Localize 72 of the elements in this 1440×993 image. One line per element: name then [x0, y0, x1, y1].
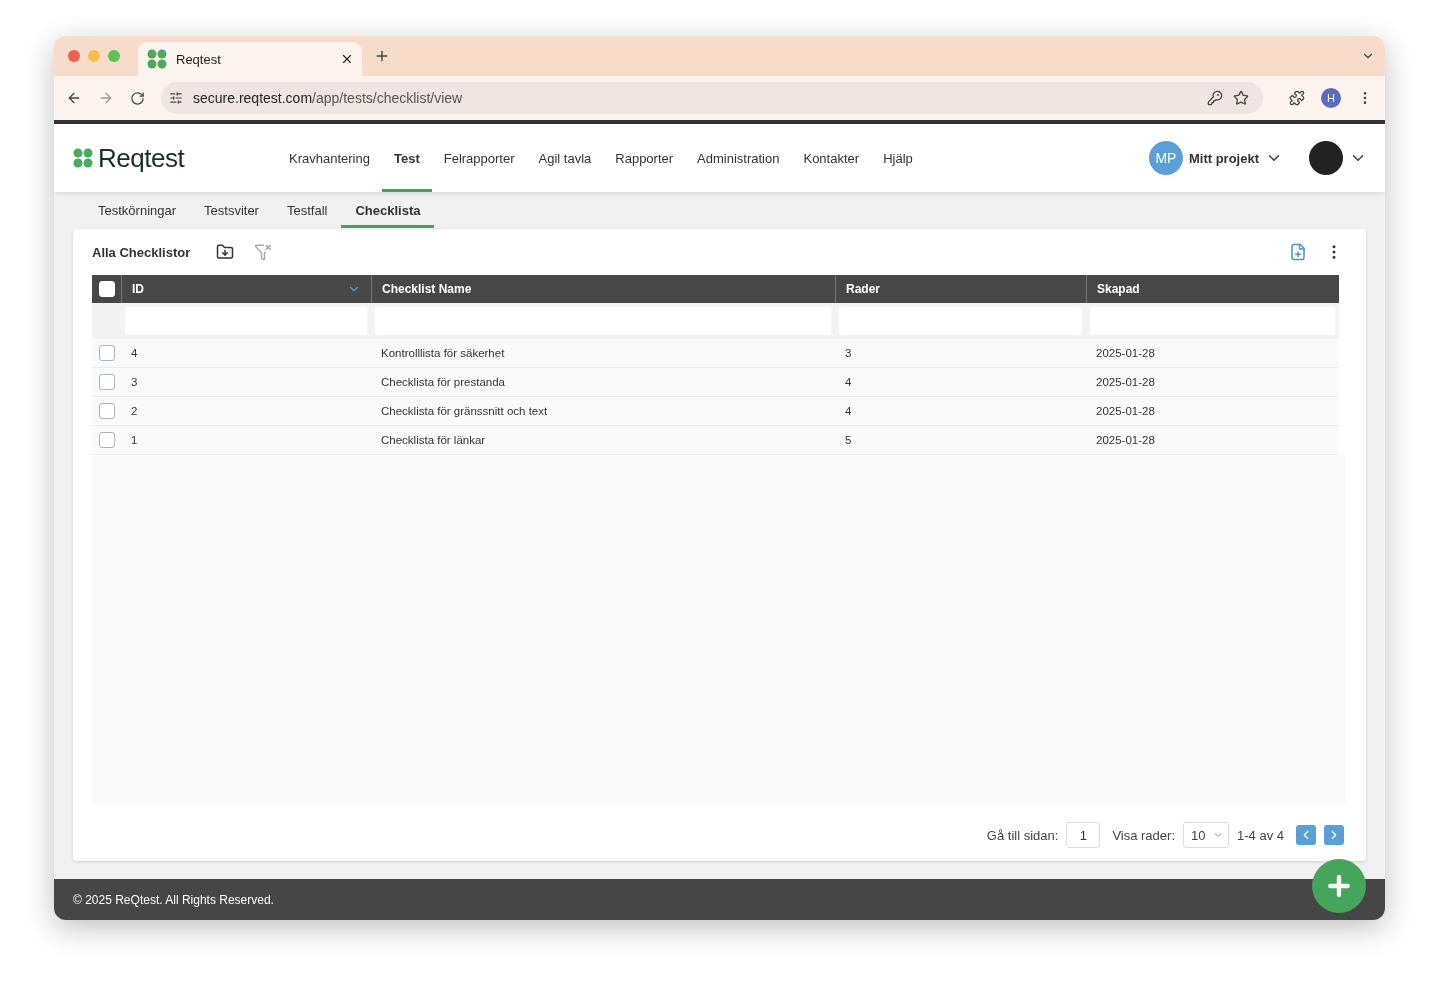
close-window-icon[interactable] [68, 50, 80, 62]
url-path: /app/tests/checklist/view [312, 90, 463, 106]
select-all-checkbox[interactable] [98, 281, 115, 297]
table-cell: 5 [845, 434, 852, 446]
logo-text: Reqtest [98, 142, 185, 174]
close-icon[interactable] [340, 52, 354, 66]
page-range: 1-4 av 4 [1237, 827, 1284, 843]
goto-page-label: Gå till sidan: [986, 827, 1059, 843]
row-checkbox[interactable] [98, 403, 115, 419]
nav-link[interactable]: Kravhantering [277, 124, 382, 192]
tab-title: Reqtest [176, 51, 222, 67]
table-cell: 2025-01-28 [1096, 405, 1155, 417]
table-cell: 2025-01-28 [1096, 376, 1155, 388]
url-host: secure.reqtest.com [193, 90, 313, 106]
project-name[interactable]: Mitt projekt [1188, 150, 1259, 166]
folder-download-icon[interactable] [216, 243, 235, 261]
panel-title: Alla Checklistor [92, 244, 191, 260]
nav-link[interactable]: Administration [685, 124, 792, 192]
sub-tab[interactable]: Testsviter [190, 192, 273, 228]
column-header[interactable]: Skapad [1097, 282, 1140, 296]
table-row[interactable]: 2 Checklista för gränssnitt och text 4 2025-01-28 [92, 397, 1339, 426]
reload-icon[interactable] [130, 90, 145, 106]
table-cell: 3 [845, 347, 852, 359]
nav-link[interactable]: Agil tavla [526, 124, 604, 192]
puzzle-icon[interactable] [1289, 90, 1305, 106]
table-row[interactable]: 3 Checklista för prestanda 4 2025-01-28 [92, 368, 1339, 397]
rows-per-page-label: Visa rader: [1112, 827, 1175, 843]
column-header[interactable]: Checklist Name [382, 282, 472, 296]
nav-link[interactable]: Rapporter [603, 124, 686, 192]
logo-icon [146, 48, 168, 70]
profile-avatar[interactable]: H [1321, 88, 1341, 108]
table-cell: Checklista för länkar [381, 434, 486, 446]
nav-link[interactable]: Felrapporter [431, 124, 527, 192]
nav-link[interactable]: Kontakter [791, 124, 872, 192]
logo-icon [72, 147, 94, 169]
previous-page-button[interactable] [1296, 825, 1316, 845]
address-bar[interactable]: secure.reqtest.com/app/tests/checklist/view [161, 82, 1263, 114]
next-page-button[interactable] [1324, 825, 1344, 845]
table-cell: 4 [845, 405, 852, 417]
row-checkbox[interactable] [98, 374, 115, 390]
table-cell: 4 [131, 347, 138, 359]
star-icon[interactable] [1233, 90, 1249, 106]
copyright-text: © 2025 ReQtest. All Rights Reserved. [73, 892, 274, 907]
table-cell: Kontrolllista för säkerhet [381, 347, 505, 359]
nav-link[interactable]: Test [381, 124, 432, 192]
table-cell: 3 [131, 376, 138, 388]
page-input[interactable]: 1 [1066, 822, 1101, 848]
row-checkbox[interactable] [98, 432, 115, 448]
column-header[interactable]: ID [132, 282, 144, 296]
sub-tab[interactable]: Testfall [272, 192, 342, 228]
add-file-icon[interactable] [1289, 243, 1307, 261]
sub-tab[interactable]: Testkörningar [84, 192, 191, 228]
table-cell: Checklista för prestanda [381, 376, 505, 388]
nav-link[interactable]: Hjälp [871, 124, 925, 192]
table-cell: Checklista för gränssnitt och text [381, 405, 548, 417]
table-cell: 2025-01-28 [1096, 434, 1155, 446]
row-checkbox[interactable] [98, 345, 115, 361]
table-cell: 2 [131, 405, 138, 417]
new-tab-icon[interactable] [374, 48, 390, 64]
user-avatar[interactable] [1309, 141, 1343, 175]
site-settings-icon[interactable] [169, 91, 183, 105]
table-row[interactable]: 1 Checklista för länkar 5 2025-01-28 [92, 426, 1339, 455]
table-cell: 1 [131, 434, 138, 446]
key-icon[interactable] [1207, 90, 1223, 106]
back-icon[interactable] [66, 90, 82, 106]
table-cell: 4 [845, 376, 852, 388]
browser-tab[interactable]: Reqtest [138, 42, 362, 76]
forward-icon[interactable] [98, 90, 114, 106]
column-header[interactable]: Rader [846, 282, 880, 296]
table-cell: 2025-01-28 [1096, 347, 1155, 359]
rows-per-page-select[interactable]: 10 [1183, 822, 1229, 848]
table-row[interactable]: 4 Kontrolllista för säkerhet 3 2025-01-28 [92, 339, 1339, 368]
